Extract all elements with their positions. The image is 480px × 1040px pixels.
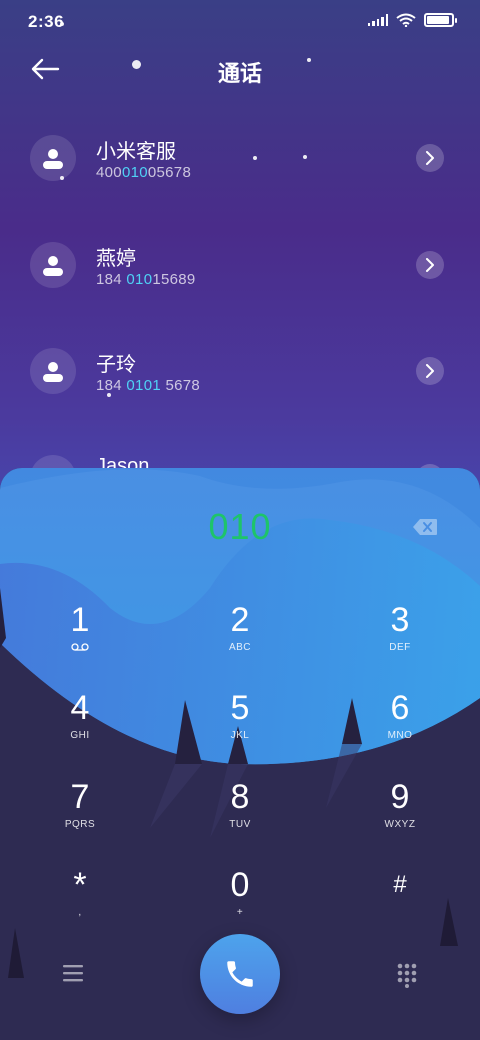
- key-letters: WXYZ: [384, 819, 416, 830]
- key-digit: 7: [70, 778, 90, 816]
- key-digit: 9: [390, 778, 410, 816]
- dial-key-4[interactable]: 4 GHI: [20, 688, 140, 758]
- key-letters: ABC: [228, 642, 252, 653]
- dial-key-hash[interactable]: #: [340, 865, 460, 935]
- person-icon: [43, 362, 63, 382]
- key-letters: DEF: [389, 642, 411, 653]
- key-digit: 1: [70, 601, 90, 639]
- contact-number: 40001005678: [96, 164, 192, 181]
- battery-icon: [424, 13, 457, 27]
- dial-input-display[interactable]: 010: [0, 506, 480, 548]
- key-letters: +: [236, 907, 244, 918]
- key-letters: GHI: [70, 730, 90, 741]
- avatar: [30, 242, 76, 288]
- voicemail-icon: [20, 642, 140, 654]
- chevron-right-icon: [426, 364, 434, 378]
- person-icon: [43, 149, 63, 169]
- header: 通话: [0, 40, 480, 100]
- key-letters: ,: [78, 907, 82, 918]
- chevron-right-icon: [426, 258, 434, 272]
- dial-key-1[interactable]: 1: [20, 600, 140, 670]
- contact-item[interactable]: 燕婷 184 01015689: [0, 242, 480, 332]
- key-letters: TUV: [229, 819, 251, 830]
- dial-key-9[interactable]: 9 WXYZ: [340, 777, 460, 847]
- contact-name: 燕婷: [96, 248, 136, 270]
- dial-key-8[interactable]: 8 TUV: [180, 777, 300, 847]
- avatar: [30, 135, 76, 181]
- dialpad-panel: 010 1 2 ABC 3 DEF 4 GHI 5 JKL 6 MNO 7 PQ…: [0, 468, 480, 1040]
- avatar: [30, 348, 76, 394]
- contact-detail-button[interactable]: [416, 357, 444, 385]
- status-bar: 2:36: [0, 0, 480, 40]
- status-time: 2:36: [28, 12, 65, 31]
- chevron-right-icon: [426, 151, 434, 165]
- contact-number: 184 01015689: [96, 271, 196, 288]
- key-digit: 2: [230, 601, 250, 639]
- key-digit: *: [73, 866, 87, 904]
- phone-icon: [227, 961, 253, 987]
- contact-detail-button[interactable]: [416, 144, 444, 172]
- backspace-icon[interactable]: [412, 518, 438, 536]
- wifi-icon: [396, 13, 416, 27]
- status-icons: [367, 13, 457, 27]
- key-digit: 0: [230, 866, 250, 904]
- keypad-toggle-icon[interactable]: [396, 962, 418, 988]
- page-title: 通话: [217, 61, 262, 86]
- contact-detail-button[interactable]: [416, 251, 444, 279]
- contact-name: 子玲: [96, 354, 136, 376]
- menu-icon[interactable]: [60, 962, 86, 984]
- signal-icon: [367, 14, 388, 26]
- star-decoration: [60, 22, 64, 26]
- contact-item[interactable]: 子玲 184 0101 5678: [0, 348, 480, 438]
- key-digit: 5: [230, 689, 250, 727]
- dial-key-5[interactable]: 5 JKL: [180, 688, 300, 758]
- key-digit: 3: [390, 601, 410, 639]
- dial-key-3[interactable]: 3 DEF: [340, 600, 460, 670]
- dial-key-0[interactable]: 0 +: [180, 865, 300, 935]
- contact-name: 小米客服: [96, 141, 176, 163]
- key-letters: [340, 907, 460, 919]
- dial-key-star[interactable]: * ,: [20, 865, 140, 935]
- key-letters: PQRS: [64, 819, 96, 830]
- contact-number: 184 0101 5678: [96, 377, 201, 394]
- key-letters: JKL: [230, 730, 250, 741]
- dial-key-6[interactable]: 6 MNO: [340, 688, 460, 758]
- key-digit: #: [393, 871, 407, 898]
- person-icon: [43, 256, 63, 276]
- contact-item[interactable]: 小米客服 40001005678: [0, 135, 480, 225]
- battery-fill: [427, 16, 449, 24]
- key-letters: MNO: [387, 730, 413, 741]
- key-digit: 8: [230, 778, 250, 816]
- key-digit: 6: [390, 689, 410, 727]
- call-button[interactable]: [200, 934, 280, 1014]
- key-digit: 4: [70, 689, 90, 727]
- dial-key-7[interactable]: 7 PQRS: [20, 777, 140, 847]
- dial-key-2[interactable]: 2 ABC: [180, 600, 300, 670]
